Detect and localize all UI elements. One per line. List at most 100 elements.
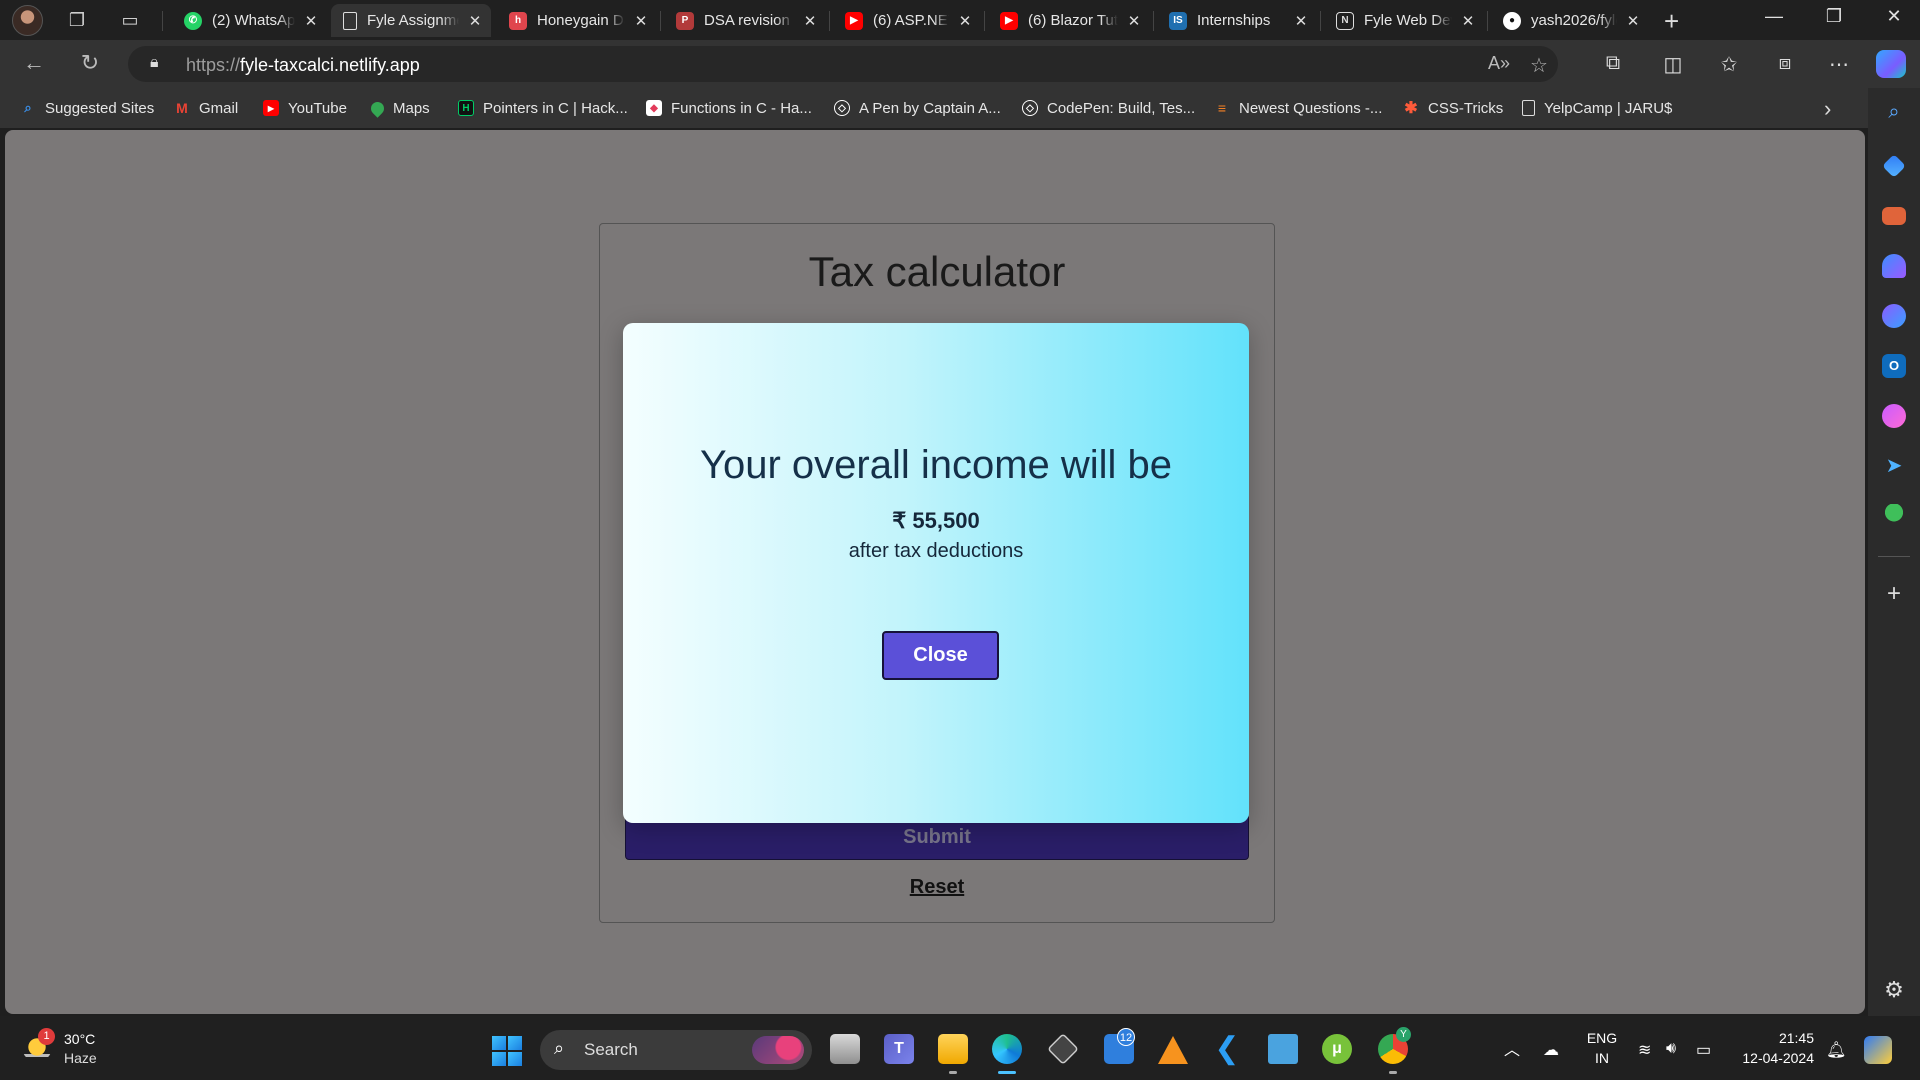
tab-aspnet[interactable]: ▶ (6) ASP.NET ✕ <box>833 4 981 37</box>
tab-fyle-web-dev[interactable]: N Fyle Web Dev ✕ <box>1324 4 1484 37</box>
chess-icon[interactable] <box>1882 254 1906 278</box>
close-tab-icon[interactable]: ✕ <box>633 12 649 30</box>
vscode-icon[interactable]: ❮ <box>1212 1034 1242 1064</box>
task-view-icon[interactable] <box>830 1034 860 1064</box>
volume-icon[interactable]: 🔊︎ <box>1666 1040 1676 1058</box>
weather-description[interactable]: Haze <box>64 1050 97 1066</box>
close-tab-icon[interactable]: ✕ <box>957 12 973 30</box>
notepad-icon[interactable] <box>1268 1034 1298 1064</box>
close-button[interactable]: Close <box>882 631 999 680</box>
tab-honeygain[interactable]: h Honeygain Dashboard ✕ <box>497 4 657 37</box>
favorite-yelpcamp[interactable]: YelpCamp | JARU$ <box>1522 96 1672 120</box>
tab-internships[interactable]: IS Internships ✕ <box>1157 4 1317 37</box>
todo-badge: 12 <box>1117 1028 1135 1046</box>
language-region[interactable]: IN <box>1584 1050 1620 1066</box>
close-tab-icon[interactable]: ✕ <box>467 12 483 30</box>
outlook-icon[interactable]: O <box>1882 354 1906 378</box>
vertical-tabs-icon[interactable]: ▭ <box>118 8 142 32</box>
tab-whatsapp[interactable]: ✆ (2) WhatsApp ✕ <box>172 4 327 37</box>
tab-separator <box>984 11 985 31</box>
copilot-icon[interactable] <box>1876 50 1906 78</box>
tab-blazor[interactable]: ▶ (6) Blazor Tutorial ✕ <box>988 4 1150 37</box>
minimize-button[interactable]: — <box>1754 6 1794 27</box>
close-tab-icon[interactable]: ✕ <box>1625 12 1641 30</box>
favorite-label: A Pen by Captain A... <box>859 99 1001 117</box>
file-explorer-icon[interactable] <box>938 1034 968 1064</box>
lock-icon[interactable]: 🔒︎ <box>150 54 159 72</box>
favorite-maps[interactable]: Maps <box>368 96 430 120</box>
maps-pin-icon <box>368 98 387 118</box>
favorite-pen-captain[interactable]: ◇ A Pen by Captain A... <box>834 96 1001 120</box>
clock-date[interactable]: 12-04-2024 <box>1734 1050 1814 1066</box>
refresh-icon[interactable]: ↻ <box>76 50 104 76</box>
favorite-pointers-in-c[interactable]: H Pointers in C | Hack... <box>458 96 628 120</box>
tab-github[interactable]: ● yash2026/fyle ✕ <box>1491 4 1649 37</box>
favorite-css-tricks[interactable]: ✱ CSS-Tricks <box>1403 96 1503 120</box>
clock-time[interactable]: 21:45 <box>1734 1030 1814 1046</box>
chevron-up-icon[interactable]: ︿ <box>1504 1036 1520 1060</box>
weather-temperature[interactable]: 30°C <box>64 1031 95 1047</box>
language-code[interactable]: ENG <box>1584 1030 1620 1046</box>
split-screen-icon[interactable]: ◫ <box>1658 52 1688 77</box>
unity-icon[interactable] <box>1047 1033 1079 1065</box>
favorite-suggested-sites[interactable]: ⌕ Suggested Sites <box>20 96 154 120</box>
utorrent-icon[interactable]: μ <box>1322 1034 1352 1064</box>
favorite-label: Pointers in C | Hack... <box>483 99 628 117</box>
wifi-icon[interactable]: ≋ <box>1638 1040 1651 1060</box>
modal-heading: Your overall income will be <box>699 443 1173 487</box>
workspaces-icon[interactable]: ❐ <box>65 8 89 32</box>
chevron-right-icon[interactable]: › <box>1824 96 1831 122</box>
favorite-codepen[interactable]: ◇ CodePen: Build, Tes... <box>1022 96 1195 120</box>
copilot-icon[interactable] <box>1882 304 1906 328</box>
favorite-label: Maps <box>393 99 430 117</box>
notification-bell-icon[interactable]: 🔔︎ <box>1826 1040 1846 1060</box>
vlc-icon[interactable] <box>1158 1036 1188 1064</box>
close-tab-icon[interactable]: ✕ <box>1460 12 1476 30</box>
address-bar[interactable]: 🔒︎ https://fyle-taxcalci.netlify.app A» … <box>128 46 1558 82</box>
back-arrow-icon[interactable]: ← <box>20 50 48 76</box>
favorite-label: CSS-Tricks <box>1428 99 1504 117</box>
tab-fyle-assignment[interactable]: Fyle Assignment ✕ <box>331 4 491 37</box>
profile-avatar[interactable] <box>12 5 43 36</box>
new-tab-button[interactable]: + <box>1664 6 1679 37</box>
teams-icon[interactable]: T <box>884 1034 914 1064</box>
battery-icon[interactable]: ▭ <box>1696 1040 1711 1060</box>
favorite-functions-in-c[interactable]: ◆ Functions in C - Ha... <box>646 96 812 120</box>
close-tab-icon[interactable]: ✕ <box>802 12 818 30</box>
copilot-taskbar-icon[interactable] <box>1864 1036 1892 1064</box>
reset-link[interactable]: Reset <box>600 876 1274 899</box>
tree-icon[interactable] <box>1882 504 1906 528</box>
settings-icon[interactable]: ⚙ <box>1882 978 1906 1002</box>
favorite-label: CodePen: Build, Tes... <box>1047 99 1196 117</box>
close-tab-icon[interactable]: ✕ <box>1293 12 1309 30</box>
collections-icon[interactable]: ⧈ <box>1770 52 1800 75</box>
more-menu-icon[interactable]: ⋯ <box>1824 52 1854 77</box>
extensions-icon[interactable]: ⧉ <box>1598 52 1628 75</box>
onedrive-icon[interactable]: ☁ <box>1543 1040 1559 1060</box>
briefcase-icon[interactable] <box>1882 207 1906 225</box>
tab-title: Fyle Assignment <box>367 12 459 29</box>
favorite-star-icon[interactable]: ☆ <box>1530 53 1548 78</box>
favorite-youtube[interactable]: ▶ YouTube <box>263 96 347 120</box>
favorites-icon[interactable]: ✩ <box>1714 52 1744 77</box>
favorite-label: Gmail <box>199 99 239 117</box>
favorite-gmail[interactable]: M Gmail <box>174 96 238 120</box>
read-aloud-icon[interactable]: A» <box>1488 53 1510 74</box>
tag-icon[interactable] <box>1882 154 1906 178</box>
search-label: Search <box>584 1040 638 1059</box>
restore-button[interactable]: ❐ <box>1814 6 1854 27</box>
close-window-button[interactable]: ✕ <box>1874 6 1914 27</box>
tab-dsa-revision[interactable]: P DSA revision ✕ <box>664 4 826 37</box>
url-text[interactable]: https://fyle-taxcalci.netlify.app <box>186 55 420 76</box>
close-tab-icon[interactable]: ✕ <box>303 12 319 30</box>
add-icon[interactable]: + <box>1882 582 1906 606</box>
search-icon[interactable]: ⌕ <box>1882 100 1906 124</box>
taskbar-search[interactable]: ⌕ Search <box>540 1030 812 1070</box>
windows-start-icon[interactable] <box>492 1036 522 1066</box>
send-icon[interactable]: ➤ <box>1882 454 1906 478</box>
windows-taskbar: 1 30°C Haze ⌕ Search T 12 ❮ μ Y ︿ ☁ ENG … <box>0 1016 1920 1080</box>
designer-icon[interactable] <box>1882 404 1906 428</box>
edge-icon[interactable] <box>992 1034 1022 1064</box>
favorite-stackoverflow[interactable]: ≡ Newest Questions -... <box>1214 96 1382 120</box>
close-tab-icon[interactable]: ✕ <box>1126 12 1142 30</box>
